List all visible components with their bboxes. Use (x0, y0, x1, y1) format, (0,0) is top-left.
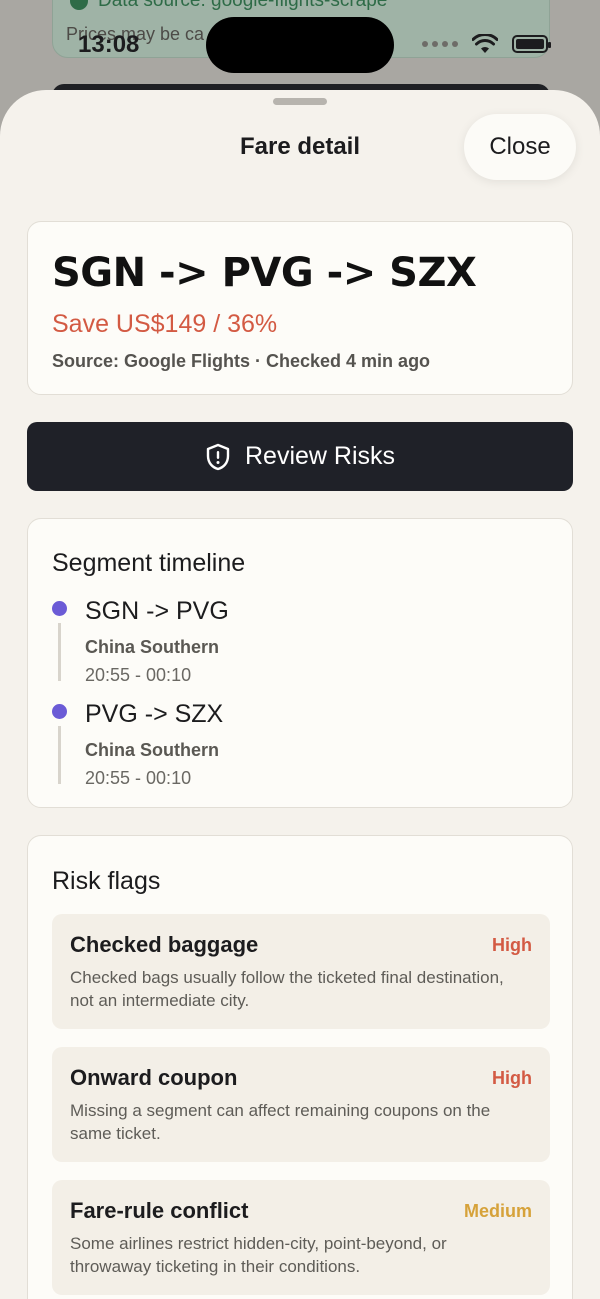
savings-text: Save US$149 / 36% (52, 310, 278, 338)
sheet-grabber[interactable] (273, 98, 327, 105)
timeline-segment: PVG -> SZX China Southern 20:55 - 00:10 (52, 700, 532, 790)
cellular-signal-icon (422, 41, 458, 47)
risk-level-badge: High (492, 935, 532, 955)
segment-timeline-card: Segment timeline SGN -> PVG China Southe… (27, 518, 573, 808)
risk-level-badge: High (492, 1068, 532, 1088)
check-shield-icon (70, 0, 88, 10)
risk-name: Fare-rule conflict (70, 1198, 249, 1223)
source-info: Source: Google Flights · Checked 4 min a… (52, 351, 431, 371)
dynamic-island (206, 17, 394, 73)
risk-flags-card: Risk flags Checked baggage High Checked … (27, 835, 573, 1299)
data-source-row: Data source: google-flights-scrape (70, 0, 387, 12)
timeline-segment: SGN -> PVG China Southern 20:55 - 00:10 (52, 597, 532, 687)
risk-item: Fare-rule conflict Medium Some airlines … (52, 1180, 550, 1295)
segment-time: 20:55 - 00:10 (85, 768, 192, 788)
risk-level-badge: Medium (463, 1201, 532, 1221)
risk-description: Some airlines restrict hidden-city, poin… (70, 1234, 447, 1276)
segment-route: PVG -> SZX (85, 700, 224, 728)
shield-alert-icon (206, 443, 230, 470)
risk-name: Onward coupon (70, 1065, 238, 1090)
segment-time: 20:55 - 00:10 (85, 665, 192, 685)
segment-route: SGN -> PVG (85, 597, 229, 625)
risk-name: Checked baggage (70, 932, 259, 957)
review-risks-label: Review Risks (244, 442, 396, 470)
data-source-text: Data source: google-flights-scrape (98, 0, 388, 11)
route-summary-card: SGN -> PVG -> SZX Save US$149 / 36% Sour… (27, 221, 573, 395)
risk-item: Checked baggage High Checked bags usuall… (52, 914, 550, 1029)
risk-description: Checked bags usually follow the ticketed… (70, 968, 504, 1010)
timeline-dot (52, 704, 67, 719)
status-time: 13:08 (78, 31, 140, 58)
close-button[interactable]: Close (464, 114, 576, 180)
fare-detail-sheet: Fare detail Close SGN -> PVG -> SZX Save… (0, 90, 600, 1299)
risk-description: Missing a segment can affect remaining c… (70, 1101, 491, 1143)
risk-flags-title: Risk flags (52, 867, 161, 895)
timeline-connector (58, 623, 61, 681)
timeline-dot (52, 601, 67, 616)
status-icons (422, 34, 551, 54)
segment-airline: China Southern (85, 740, 219, 760)
route-title: SGN -> PVG -> SZX (52, 250, 477, 296)
timeline-title: Segment timeline (52, 549, 246, 577)
review-risks-button[interactable]: Review Risks (27, 422, 573, 491)
timeline-connector (58, 726, 61, 784)
risk-item: Onward coupon High Missing a segment can… (52, 1047, 550, 1162)
wifi-icon (472, 34, 498, 53)
battery-icon (512, 35, 551, 53)
segment-airline: China Southern (85, 637, 219, 657)
